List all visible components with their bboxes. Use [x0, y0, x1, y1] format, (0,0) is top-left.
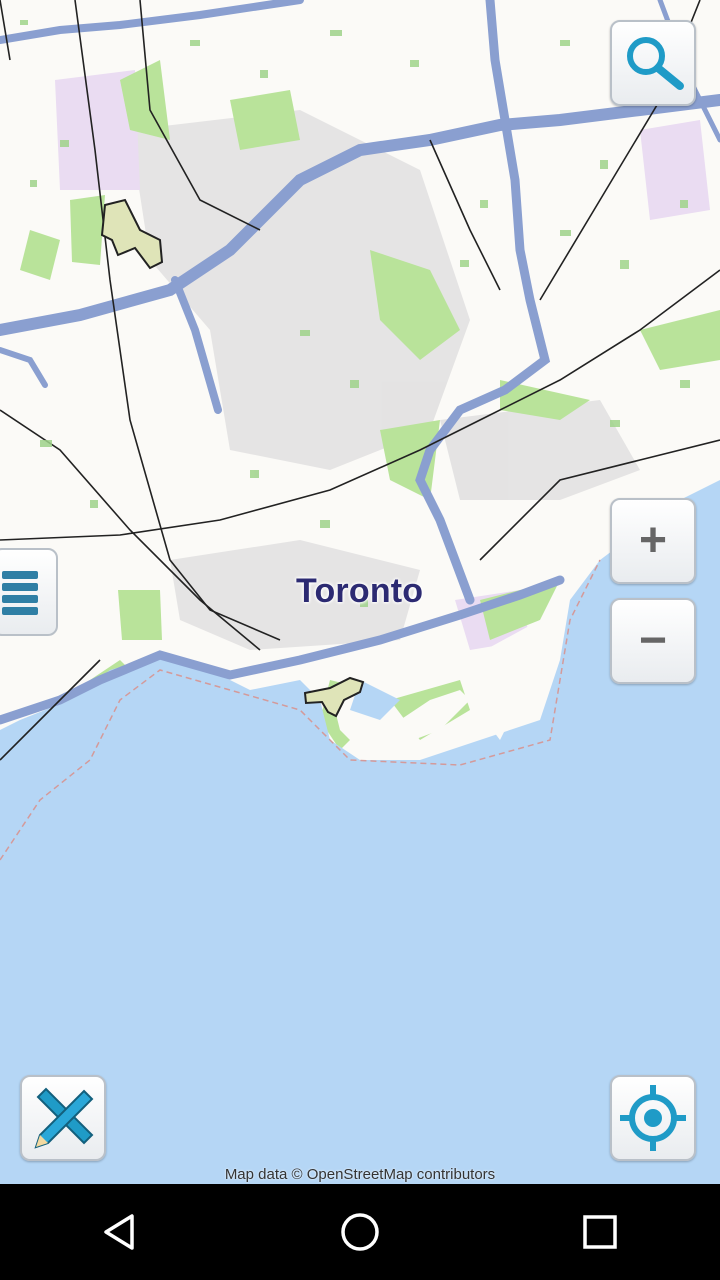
back-button[interactable] — [70, 1184, 170, 1280]
search-button[interactable] — [610, 20, 696, 106]
measure-tool-button[interactable] — [20, 1075, 106, 1161]
back-triangle-icon — [104, 1214, 134, 1250]
minus-icon: − — [638, 614, 668, 667]
city-label-toronto[interactable]: Toronto — [296, 572, 423, 611]
ruler-pencil-icon — [34, 1087, 94, 1149]
locate-icon — [620, 1085, 686, 1151]
zoom-in-button[interactable]: + — [610, 498, 696, 584]
locate-me-button[interactable] — [610, 1075, 696, 1161]
map-attribution: Map data © OpenStreetMap contributors — [224, 1166, 496, 1183]
map-canvas[interactable]: Toronto + − Map data © OpenStreetMap con… — [0, 0, 720, 1184]
home-button[interactable] — [310, 1184, 410, 1280]
recents-button[interactable] — [550, 1184, 650, 1280]
plus-icon: + — [638, 514, 668, 567]
layers-menu-button[interactable] — [0, 548, 58, 636]
layers-icon — [2, 571, 38, 615]
home-circle-icon — [341, 1213, 379, 1251]
recents-square-icon — [583, 1215, 617, 1249]
search-icon — [627, 37, 684, 90]
system-navigation-bar — [0, 1184, 720, 1280]
zoom-out-button[interactable]: − — [610, 598, 696, 684]
